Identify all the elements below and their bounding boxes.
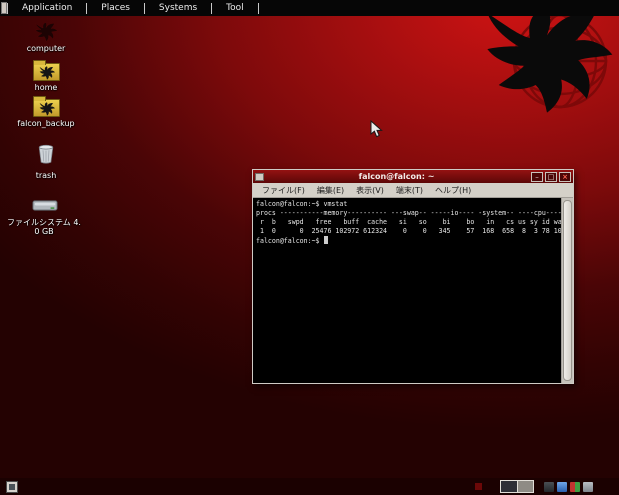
terminal-content[interactable]: falcon@falcon:~$ vmstat procs ----------… <box>253 198 573 383</box>
icon-label-line2: 0 GB <box>6 227 82 236</box>
tray-camera-icon[interactable] <box>544 482 554 492</box>
folder-icon <box>33 99 60 117</box>
taskbar-red-icon[interactable] <box>475 483 482 490</box>
minimize-button[interactable]: – <box>531 172 543 182</box>
mouse-cursor <box>370 120 383 139</box>
show-desktop-icon[interactable] <box>6 481 18 493</box>
terminal-output-line: 1 0 0 25476 102972 612324 0 0 345 57 168… <box>256 227 558 236</box>
terminal-menu-file[interactable]: ファイル(F) <box>256 185 311 196</box>
menu-places[interactable]: Places <box>87 3 144 13</box>
terminal-window: falcon@falcon: ~ – □ × ファイル(F) 編集(E) 表示(… <box>252 169 574 384</box>
top-menu-bar: Application Places Systems Tool <box>0 0 619 16</box>
icon-label: trash <box>8 171 84 180</box>
falcon-globe-logo <box>468 8 619 116</box>
system-tray <box>541 482 593 492</box>
terminal-menu-help[interactable]: ヘルプ(H) <box>429 185 477 196</box>
scrollbar-thumb[interactable] <box>563 200 572 381</box>
icon-label: falcon_backup <box>8 119 84 128</box>
menu-application[interactable]: Application <box>8 3 86 13</box>
desktop-icon-computer[interactable]: computer <box>8 22 84 53</box>
terminal-title: falcon@falcon: ~ <box>264 171 529 183</box>
workspace-2[interactable] <box>517 481 534 492</box>
icon-label: home <box>8 83 84 92</box>
tray-updates-icon[interactable] <box>570 482 580 492</box>
bottom-taskbar <box>0 478 619 495</box>
desktop-icon-falcon-backup[interactable]: falcon_backup <box>8 96 84 128</box>
terminal-menu-edit[interactable]: 編集(E) <box>311 185 350 196</box>
disk-drive-icon <box>32 197 56 216</box>
menu-systems[interactable]: Systems <box>145 3 211 13</box>
terminal-output-line: r b swpd free buff cache si so bi bo in … <box>256 218 558 227</box>
terminal-menubar: ファイル(F) 編集(E) 表示(V) 端末(T) ヘルプ(H) <box>253 183 573 198</box>
icon-label: computer <box>8 44 84 53</box>
terminal-cursor <box>324 236 328 244</box>
desktop: Application Places Systems Tool computer <box>0 0 619 495</box>
menu-tool[interactable]: Tool <box>212 3 257 13</box>
terminal-output-line: falcon@falcon:~$ vmstat <box>256 200 558 209</box>
computer-eagle-icon <box>32 22 60 42</box>
desktop-icon-filesystem[interactable]: ファイルシステム 4. 0 GB <box>6 197 82 236</box>
folder-icon <box>33 63 60 81</box>
close-button[interactable]: × <box>559 172 571 182</box>
terminal-menu-terminal[interactable]: 端末(T) <box>390 185 429 196</box>
desktop-icon-trash[interactable]: trash <box>8 143 84 180</box>
icon-label: ファイルシステム 4. <box>6 218 82 227</box>
tray-display-icon[interactable] <box>557 482 567 492</box>
terminal-titlebar[interactable]: falcon@falcon: ~ – □ × <box>253 170 573 183</box>
terminal-prompt-line: falcon@falcon:~$ <box>256 236 558 246</box>
maximize-button[interactable]: □ <box>545 172 557 182</box>
workspace-1[interactable] <box>501 481 517 492</box>
desktop-icon-home[interactable]: home <box>8 60 84 92</box>
workspace-switcher[interactable] <box>500 480 534 493</box>
menu-divider <box>258 3 259 14</box>
terminal-output-line: procs -----------memory---------- ---swa… <box>256 209 558 218</box>
terminal-menu-view[interactable]: 表示(V) <box>350 185 390 196</box>
terminal-scrollbar[interactable] <box>561 198 573 383</box>
trash-icon <box>34 143 58 169</box>
tray-windows-icon[interactable] <box>583 482 593 492</box>
terminal-window-icon <box>255 173 264 181</box>
